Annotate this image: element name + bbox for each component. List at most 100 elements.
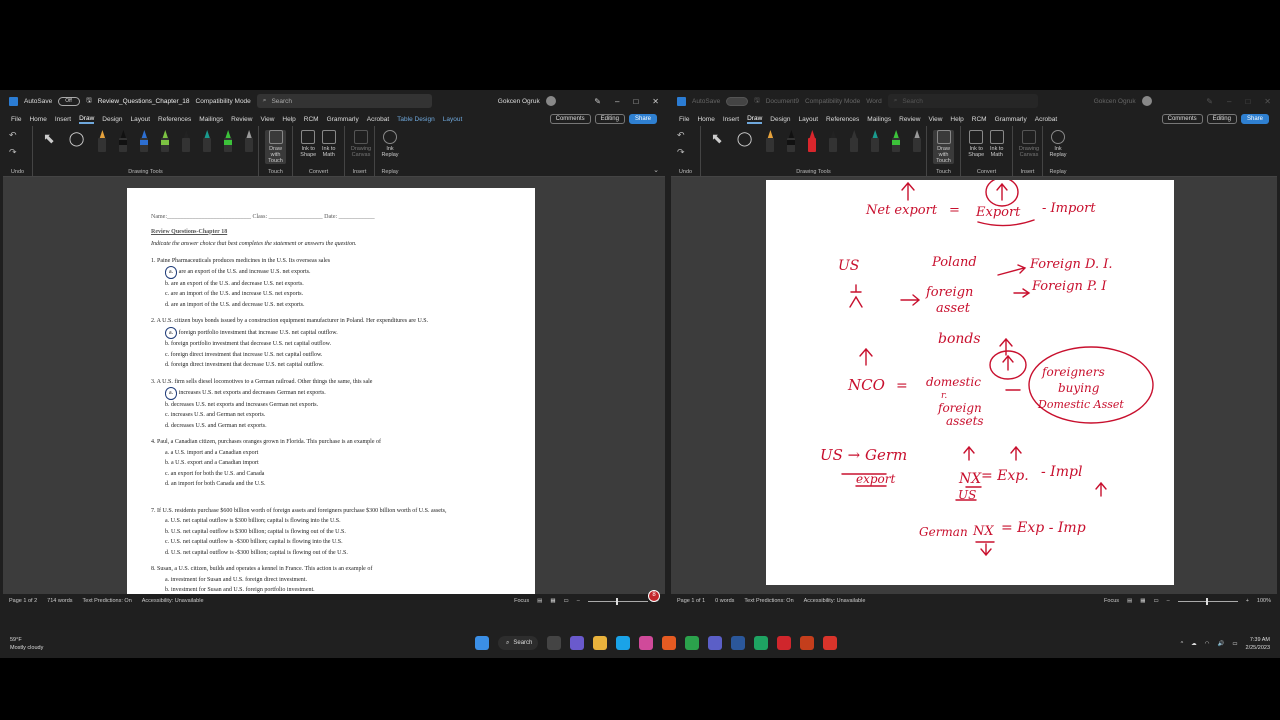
zoom-out-icon[interactable]: – — [1167, 598, 1170, 604]
cloud-icon[interactable]: ☁ — [1191, 641, 1197, 647]
ink-replay-button[interactable]: Ink Replay — [1049, 130, 1067, 158]
tab-review[interactable]: Review — [231, 116, 252, 123]
editing-button[interactable]: Editing — [1206, 114, 1237, 124]
pen-red-icon[interactable] — [808, 130, 817, 156]
undo-icon[interactable]: ↶ — [677, 130, 685, 141]
tab-mailings[interactable]: Mailings — [199, 116, 223, 123]
app-icon[interactable] — [639, 636, 653, 650]
zoom-slider[interactable] — [587, 597, 648, 605]
tab-home[interactable]: Home — [697, 116, 714, 123]
tab-references[interactable]: References — [826, 116, 859, 123]
document-name[interactable]: Document9 — [766, 98, 799, 105]
maximize-icon[interactable]: □ — [633, 97, 638, 106]
tab-layout[interactable]: Layout — [131, 116, 151, 123]
word-icon[interactable] — [731, 636, 745, 650]
tab-view[interactable]: View — [928, 116, 942, 123]
snip-icon[interactable] — [823, 636, 837, 650]
tab-rcm[interactable]: RCM — [972, 116, 987, 123]
page-count[interactable]: Page 1 of 2 — [9, 598, 37, 604]
tab-file[interactable]: File — [679, 116, 689, 123]
powerpoint-icon[interactable] — [800, 636, 814, 650]
pen-dark2-icon[interactable] — [850, 130, 859, 156]
teams-icon[interactable] — [570, 636, 584, 650]
drawing-canvas-button[interactable]: Drawing Canvas — [1019, 130, 1039, 158]
collapse-ribbon-icon[interactable]: ⌄ — [653, 166, 659, 174]
autosave-toggle[interactable]: Off — [58, 96, 81, 106]
start-icon[interactable] — [475, 636, 489, 650]
excel-icon[interactable] — [754, 636, 768, 650]
tab-design[interactable]: Design — [770, 116, 790, 123]
highlighter-green-icon[interactable] — [892, 130, 901, 156]
focus-button[interactable]: Focus — [1104, 598, 1119, 604]
save-icon[interactable]: 🖫 — [86, 96, 92, 107]
tab-design[interactable]: Design — [102, 116, 122, 123]
word-count[interactable]: 714 words — [47, 598, 72, 604]
read-mode-icon[interactable]: ▤ — [1127, 598, 1132, 604]
close-icon[interactable]: ✕ — [652, 97, 659, 106]
pen-black-icon[interactable] — [119, 130, 128, 156]
teams-chat-icon[interactable] — [708, 636, 722, 650]
tab-insert[interactable]: Insert — [723, 116, 739, 123]
minimize-icon[interactable]: – — [1227, 97, 1231, 106]
zoom-out-icon[interactable]: – — [577, 598, 580, 604]
clock[interactable]: 7:39 AM 2/25/2023 — [1246, 636, 1270, 652]
word-count[interactable]: 0 words — [715, 598, 734, 604]
pen-icon[interactable]: ✎ — [1206, 97, 1213, 106]
comments-button[interactable]: Comments — [549, 114, 591, 124]
zoom-level[interactable]: 100% — [1257, 598, 1271, 604]
eraser-pen-icon[interactable] — [98, 130, 107, 156]
search-box[interactable]: ⌕ Search — [887, 94, 1038, 108]
editing-button[interactable]: Editing — [594, 114, 625, 124]
drawing-canvas-button[interactable]: Drawing Canvas — [351, 130, 371, 158]
pen-dark-icon[interactable] — [829, 130, 838, 156]
pen-blue-icon[interactable] — [140, 130, 149, 156]
ink-to-math-button[interactable]: Ink to Math — [320, 130, 339, 158]
autosave-toggle[interactable] — [726, 96, 749, 106]
ink-to-shape-button[interactable]: Ink to Shape — [967, 130, 986, 158]
pen-teal-icon[interactable] — [871, 130, 880, 156]
share-button[interactable]: Share — [628, 114, 657, 124]
redo-icon[interactable]: ↷ — [677, 147, 685, 158]
pen-teal-icon[interactable] — [203, 130, 212, 156]
notification-badge[interactable]: 8 — [648, 590, 660, 602]
maximize-icon[interactable]: □ — [1245, 97, 1250, 106]
text-predictions[interactable]: Text Predictions: On — [744, 598, 793, 604]
tab-view[interactable]: View — [260, 116, 274, 123]
pen-gray-icon[interactable] — [245, 130, 254, 156]
eraser-pen-icon[interactable] — [766, 130, 775, 156]
tab-references[interactable]: References — [158, 116, 191, 123]
ink-to-shape-button[interactable]: Ink to Shape — [299, 130, 318, 158]
select-cursor-icon[interactable]: ⬉ — [711, 130, 723, 147]
tab-grammarly[interactable]: Grammarly — [327, 116, 359, 123]
user-name[interactable]: Gokcen Ogruk — [1094, 98, 1136, 105]
highlighter-green-icon[interactable] — [224, 130, 233, 156]
document-name[interactable]: Review_Questions_Chapter_18 — [98, 98, 190, 105]
page-count[interactable]: Page 1 of 1 — [677, 598, 705, 604]
tab-mailings[interactable]: Mailings — [867, 116, 891, 123]
ink-to-math-button[interactable]: Ink to Math — [988, 130, 1007, 158]
lasso-icon[interactable]: ◯ — [69, 130, 85, 147]
read-mode-icon[interactable]: ▤ — [537, 598, 542, 604]
tab-help[interactable]: Help — [950, 116, 963, 123]
document-page[interactable]: Name:____________________________ Class:… — [127, 188, 535, 594]
pen-icon[interactable]: ✎ — [594, 97, 601, 106]
tab-acrobat[interactable]: Acrobat — [367, 116, 389, 123]
zoom-in-icon[interactable]: + — [1246, 598, 1249, 604]
tab-help[interactable]: Help — [282, 116, 295, 123]
comments-button[interactable]: Comments — [1161, 114, 1203, 124]
firefox-icon[interactable] — [662, 636, 676, 650]
select-cursor-icon[interactable]: ⬉ — [43, 130, 55, 147]
avatar[interactable] — [1141, 96, 1152, 106]
file-explorer-icon[interactable] — [593, 636, 607, 650]
search-box[interactable]: ⌕ Search — [256, 94, 432, 108]
minimize-icon[interactable]: – — [615, 97, 619, 106]
volume-icon[interactable]: 🔊 — [1217, 641, 1224, 647]
tab-draw[interactable]: Draw — [79, 115, 95, 124]
task-view-icon[interactable] — [547, 636, 561, 650]
lasso-icon[interactable]: ◯ — [737, 130, 753, 147]
taskbar-search[interactable]: ⌕ Search — [498, 636, 538, 650]
tab-insert[interactable]: Insert — [55, 116, 71, 123]
zoom-slider[interactable] — [1177, 597, 1238, 605]
pen-dark-icon[interactable] — [182, 130, 191, 156]
chevron-up-icon[interactable]: ^ — [1181, 641, 1184, 647]
